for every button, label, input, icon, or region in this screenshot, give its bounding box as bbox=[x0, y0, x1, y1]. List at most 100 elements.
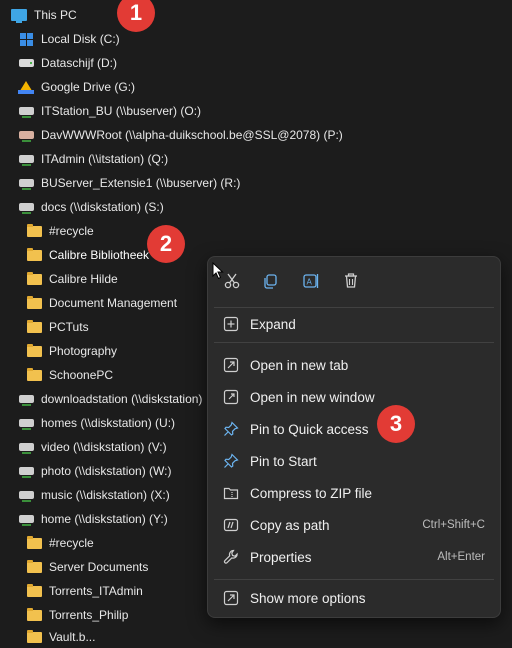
tree-item-label: BUServer_Extensie1 (\\buserver) (R:) bbox=[41, 176, 241, 190]
network-drive-icon bbox=[17, 175, 35, 191]
tree-item-folder-document-management[interactable]: Document Management bbox=[25, 292, 177, 314]
tree-item-label: PCTuts bbox=[49, 320, 89, 334]
tree-item-drive-v[interactable]: video (\\diskstation) (V:) bbox=[17, 436, 167, 458]
rename-button[interactable]: A bbox=[299, 269, 323, 293]
tree-item-label: Dataschijf (D:) bbox=[41, 56, 118, 70]
tree-item-this-pc[interactable]: This PC bbox=[10, 4, 77, 26]
menu-item-pin-start[interactable]: Pin to Start bbox=[208, 447, 500, 475]
tree-item-folder-recycle-2[interactable]: #recycle bbox=[25, 532, 94, 554]
folder-icon bbox=[25, 319, 43, 335]
tree-item-label: Calibre Hilde bbox=[49, 272, 118, 286]
tree-item-label: Photography bbox=[49, 344, 118, 358]
tree-item-drive-y[interactable]: home (\\diskstation) (Y:) bbox=[17, 508, 168, 530]
folder-icon bbox=[25, 367, 43, 383]
tree-item-label: Document Management bbox=[49, 296, 178, 310]
menu-item-label: Pin to Quick access bbox=[250, 421, 369, 437]
menu-item-properties[interactable]: Properties Alt+Enter bbox=[208, 543, 500, 571]
cut-icon bbox=[224, 273, 240, 289]
rename-icon: A bbox=[303, 274, 319, 288]
tree-item-folder-photography[interactable]: Photography bbox=[25, 340, 117, 362]
tree-item-drive-x[interactable]: music (\\diskstation) (X:) bbox=[17, 484, 170, 506]
tree-item-label: ITStation_BU (\\buserver) (O:) bbox=[41, 104, 202, 118]
tree-item-folder-schoonepc[interactable]: SchoonePC bbox=[25, 364, 113, 386]
windows-drive-icon bbox=[17, 31, 35, 47]
menu-item-label: Open in new window bbox=[250, 389, 375, 405]
network-drive-icon bbox=[17, 127, 35, 143]
folder-icon bbox=[25, 295, 43, 311]
tree-item-folder-calibre-bibliotheek[interactable]: Calibre Bibliotheek bbox=[25, 244, 149, 266]
menu-item-label: Open in new tab bbox=[250, 357, 349, 373]
folder-icon bbox=[25, 343, 43, 359]
pin-icon bbox=[222, 420, 240, 438]
tree-item-label: This PC bbox=[34, 8, 77, 22]
tree-item-label: ITAdmin (\\itstation) (Q:) bbox=[41, 152, 169, 166]
context-menu-toolbar: A bbox=[208, 257, 500, 305]
tree-item-folder-server-documents[interactable]: Server Documents bbox=[25, 556, 148, 578]
menu-item-compress-zip[interactable]: Compress to ZIP file bbox=[208, 479, 500, 507]
folder-icon bbox=[25, 607, 43, 623]
drive-icon bbox=[17, 55, 35, 71]
network-drive-icon bbox=[17, 103, 35, 119]
tree-item-label: Calibre Bibliotheek bbox=[49, 248, 150, 262]
menu-item-open-new-window[interactable]: Open in new window bbox=[208, 383, 500, 411]
tree-item-label: Google Drive (G:) bbox=[41, 80, 136, 94]
copy-icon bbox=[264, 274, 277, 289]
network-drive-icon bbox=[17, 391, 35, 407]
tree-item-label: #recycle bbox=[49, 536, 94, 550]
tree-item-drive-o[interactable]: ITStation_BU (\\buserver) (O:) bbox=[17, 100, 201, 122]
tree-item-label: Torrents_Philip bbox=[49, 608, 129, 622]
tree-item-drive-c[interactable]: Local Disk (C:) bbox=[17, 28, 120, 50]
more-options-icon bbox=[222, 589, 240, 607]
menu-item-show-more-options[interactable]: Show more options bbox=[208, 584, 500, 612]
folder-icon bbox=[25, 629, 43, 645]
network-drive-icon bbox=[17, 463, 35, 479]
tree-item-drive-g[interactable]: Google Drive (G:) bbox=[17, 76, 135, 98]
tree-item-label: Local Disk (C:) bbox=[41, 32, 120, 46]
tree-item-folder-torrents-philip[interactable]: Torrents_Philip bbox=[25, 604, 128, 626]
folder-icon bbox=[25, 559, 43, 575]
menu-item-copy-as-path[interactable]: Copy as path Ctrl+Shift+C bbox=[208, 511, 500, 539]
folder-icon bbox=[25, 271, 43, 287]
menu-item-shortcut: Ctrl+Shift+C bbox=[422, 519, 485, 531]
tree-item-drive-d[interactable]: Dataschijf (D:) bbox=[17, 52, 117, 74]
tree-item-folder-recycle[interactable]: #recycle bbox=[25, 220, 94, 242]
menu-separator bbox=[214, 307, 494, 308]
menu-item-pin-quick-access[interactable]: Pin to Quick access bbox=[208, 415, 500, 443]
tree-item-folder-torrents-itadmin[interactable]: Torrents_ITAdmin bbox=[25, 580, 143, 602]
expand-icon bbox=[222, 315, 240, 333]
tree-item-folder-pctuts[interactable]: PCTuts bbox=[25, 316, 89, 338]
copy-button[interactable] bbox=[259, 269, 283, 293]
tree-item-drive-s[interactable]: docs (\\diskstation) (S:) bbox=[17, 196, 164, 218]
folder-icon bbox=[25, 535, 43, 551]
folder-icon bbox=[25, 583, 43, 599]
network-drive-icon bbox=[17, 439, 35, 455]
tree-item-drive-w[interactable]: photo (\\diskstation) (W:) bbox=[17, 460, 172, 482]
menu-item-expand[interactable]: Expand bbox=[208, 310, 500, 338]
tree-item-drive-r[interactable]: BUServer_Extensie1 (\\buserver) (R:) bbox=[17, 172, 240, 194]
menu-separator bbox=[214, 342, 494, 343]
network-drive-icon bbox=[17, 151, 35, 167]
mouse-cursor-icon bbox=[212, 262, 224, 280]
tree-item-folder-calibre-hilde[interactable]: Calibre Hilde bbox=[25, 268, 118, 290]
tree-item-label: DavWWWRoot (\\alpha-duikschool.be@SSL@20… bbox=[41, 128, 343, 142]
tree-item-folder-vault[interactable]: Vault.b... bbox=[25, 626, 95, 648]
folder-icon bbox=[25, 223, 43, 239]
step-badge-1: 1 bbox=[117, 0, 155, 32]
network-drive-icon bbox=[17, 511, 35, 527]
tree-item-downloadstation[interactable]: downloadstation (\\diskstation) bbox=[17, 388, 202, 410]
context-menu: A Expand Open in new tab Open in new win… bbox=[207, 256, 501, 618]
network-drive-icon bbox=[17, 487, 35, 503]
pin-icon bbox=[222, 452, 240, 470]
tree-item-label: docs (\\diskstation) (S:) bbox=[41, 200, 164, 214]
tree-item-drive-p[interactable]: DavWWWRoot (\\alpha-duikschool.be@SSL@20… bbox=[17, 124, 343, 146]
tree-item-drive-q[interactable]: ITAdmin (\\itstation) (Q:) bbox=[17, 148, 168, 170]
menu-item-open-new-tab[interactable]: Open in new tab bbox=[208, 351, 500, 379]
new-tab-icon bbox=[222, 356, 240, 374]
tree-item-label: SchoonePC bbox=[49, 368, 114, 382]
menu-item-label: Compress to ZIP file bbox=[250, 485, 373, 501]
tree-item-label: #recycle bbox=[49, 224, 94, 238]
delete-button[interactable] bbox=[339, 269, 363, 293]
menu-item-label: Expand bbox=[250, 316, 296, 332]
tree-item-drive-u[interactable]: homes (\\diskstation) (U:) bbox=[17, 412, 175, 434]
wrench-icon bbox=[222, 548, 240, 566]
